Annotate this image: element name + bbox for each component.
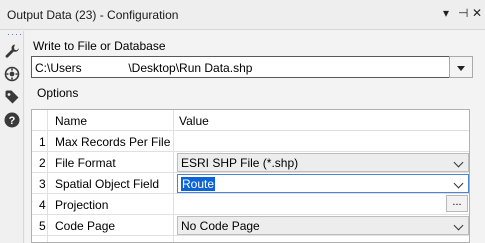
file-path-text: C:\Users \Desktop\Run Data.shp [35, 61, 253, 75]
chevron-down-icon [453, 157, 464, 168]
options-label: Options [37, 86, 79, 100]
row-number: 2 [39, 156, 46, 170]
file-format-select[interactable]: ESRI SHP File (*.shp) [177, 153, 469, 172]
write-label: Write to File or Database [33, 39, 166, 53]
column-header-name: Name [55, 114, 88, 128]
file-format-value: ESRI SHP File (*.shp) [181, 156, 299, 170]
table-row[interactable]: 1 Max Records Per File [32, 131, 469, 152]
table-row[interactable]: 3 Spatial Object Field Route [32, 173, 469, 194]
close-icon[interactable]: ✕ [472, 6, 482, 20]
options-grid: Name Value 1 Max Records Per File 2 File… [31, 109, 470, 243]
title-bar: Output Data (23) - Configuration ▾ ⊣ ✕ [0, 0, 485, 30]
configuration-panel: Write to File or Database C:\Users \Desk… [25, 31, 485, 243]
row-name: Projection [55, 198, 109, 212]
row-number: 3 [39, 177, 46, 191]
window-title: Output Data (23) - Configuration [7, 8, 179, 22]
grip-icon: ···· [7, 29, 23, 39]
tag-icon[interactable] [4, 89, 20, 105]
code-page-select[interactable]: No Code Page [177, 216, 469, 235]
wrench-icon[interactable] [4, 43, 20, 59]
table-row[interactable]: 2 File Format ESRI SHP File (*.shp) [32, 152, 469, 173]
file-path-dropdown-button[interactable] [449, 56, 473, 78]
gear-circle-icon[interactable] [4, 66, 20, 82]
grid-header-row: Name Value [32, 110, 469, 131]
row-name: Code Page [55, 219, 116, 233]
pin-icon[interactable]: ⊣ [458, 6, 468, 20]
chevron-down-icon [453, 220, 464, 231]
projection-browse-button[interactable]: ... [446, 195, 468, 212]
spatial-field-value: Route [181, 177, 216, 191]
table-row[interactable]: 4 Projection ... [32, 194, 469, 215]
row-name: File Format [55, 156, 116, 170]
code-page-value: No Code Page [181, 219, 260, 233]
dropdown-icon[interactable]: ▾ [443, 6, 449, 20]
row-number: 5 [39, 219, 46, 233]
row-number: 4 [39, 198, 46, 212]
row-name: Max Records Per File [55, 135, 171, 149]
chevron-down-icon [453, 178, 464, 189]
chevron-down-icon [457, 66, 465, 71]
sidebar: ···· ? [0, 29, 24, 243]
spatial-object-field-select[interactable]: Route [177, 174, 469, 193]
spatial-field-text: Route [181, 177, 216, 191]
table-row[interactable]: 5 Code Page No Code Page [32, 215, 469, 236]
help-icon[interactable]: ? [4, 112, 20, 128]
row-number: 1 [39, 135, 46, 149]
column-header-value: Value [179, 114, 209, 128]
svg-text:?: ? [9, 115, 16, 127]
file-path-input[interactable]: C:\Users \Desktop\Run Data.shp [31, 56, 470, 78]
row-name: Spatial Object Field [55, 177, 160, 191]
